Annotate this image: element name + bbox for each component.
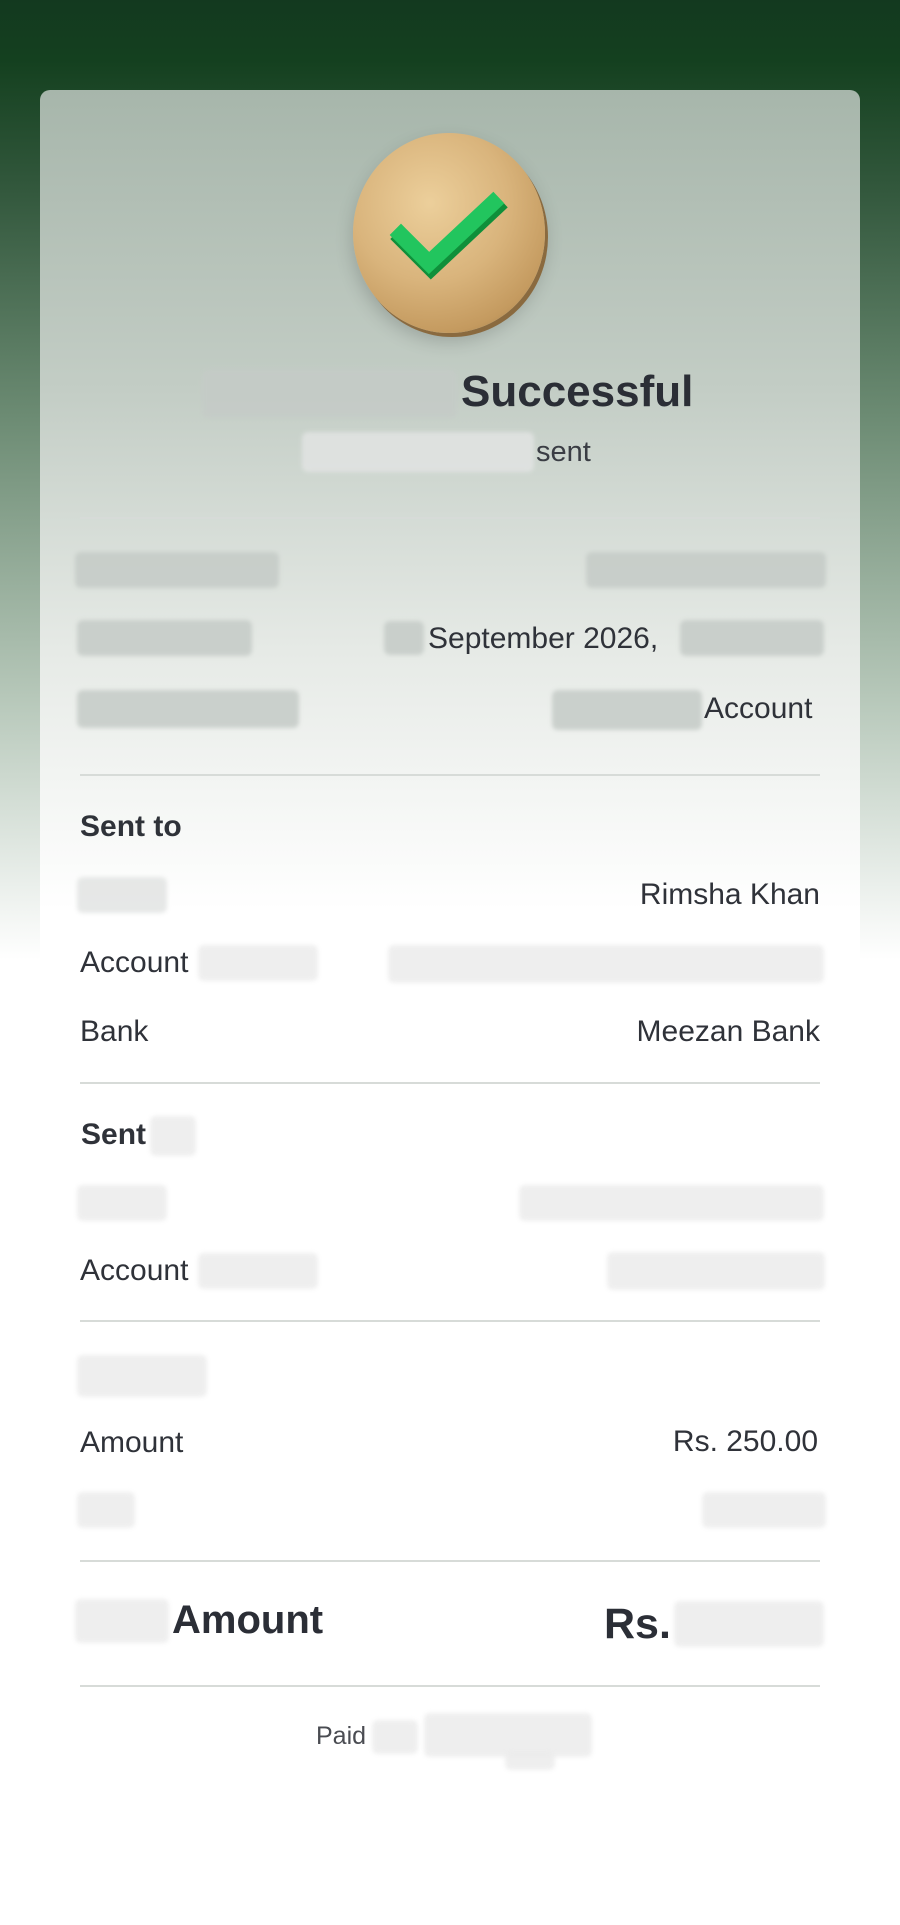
- redacted-paid-via: [372, 1720, 418, 1754]
- redacted-bank-logo-sub: [505, 1750, 555, 1770]
- redacted-sender-label: [77, 1185, 167, 1221]
- divider: [80, 774, 820, 776]
- divider: [80, 517, 820, 519]
- redacted-heading-suffix: [150, 1116, 196, 1156]
- receipt-card: [40, 90, 860, 1925]
- redacted-account-suffix: [198, 945, 318, 981]
- recipient-name: Rimsha Khan: [639, 878, 820, 911]
- redacted-section-heading: [77, 1355, 207, 1397]
- sent-from-heading: Sent: [81, 1118, 147, 1151]
- account-type-value: Account: [704, 692, 813, 725]
- redacted-date-label: [77, 620, 252, 656]
- status-title: Successful: [461, 367, 694, 416]
- redacted-type-label: [77, 690, 299, 728]
- paid-label: Paid: [316, 1722, 367, 1750]
- redacted-day: [384, 621, 424, 655]
- recipient-account-label: Account: [80, 946, 189, 979]
- redacted-total-value: [674, 1601, 824, 1647]
- redacted-title-prefix: [202, 370, 457, 418]
- divider: [80, 1320, 820, 1322]
- redacted-name-label: [77, 877, 167, 913]
- redacted-value: [586, 552, 826, 588]
- divider: [80, 1685, 820, 1687]
- divider: [80, 1082, 820, 1084]
- redacted-account-suffix: [198, 1253, 318, 1289]
- sent-to-heading: Sent to: [80, 810, 182, 843]
- bank-label: Bank: [80, 1015, 149, 1048]
- checkmark-coin-icon: [353, 133, 545, 333]
- redacted-sender-account: [607, 1252, 825, 1290]
- total-currency: Rs.: [604, 1600, 671, 1648]
- divider: [80, 1560, 820, 1562]
- redacted-total-prefix: [75, 1599, 169, 1643]
- redacted-fee-label: [77, 1492, 135, 1528]
- total-amount-label: Amount: [172, 1598, 324, 1642]
- amount-label: Amount: [80, 1426, 184, 1459]
- redacted-label: [75, 552, 279, 588]
- bank-value: Meezan Bank: [636, 1015, 820, 1048]
- redacted-fee-value: [702, 1492, 826, 1528]
- redacted-account-number: [388, 945, 824, 983]
- sender-account-label: Account: [80, 1254, 189, 1287]
- check-icon: [389, 191, 508, 280]
- status-subtitle: sent: [536, 436, 591, 468]
- transaction-date: September 2026,: [428, 622, 659, 655]
- redacted-sub-prefix: [302, 432, 534, 472]
- amount-value: Rs. 250.00: [672, 1425, 818, 1458]
- redacted-type-prefix: [552, 690, 702, 730]
- redacted-sender-name: [519, 1185, 824, 1221]
- redacted-time: [680, 620, 824, 656]
